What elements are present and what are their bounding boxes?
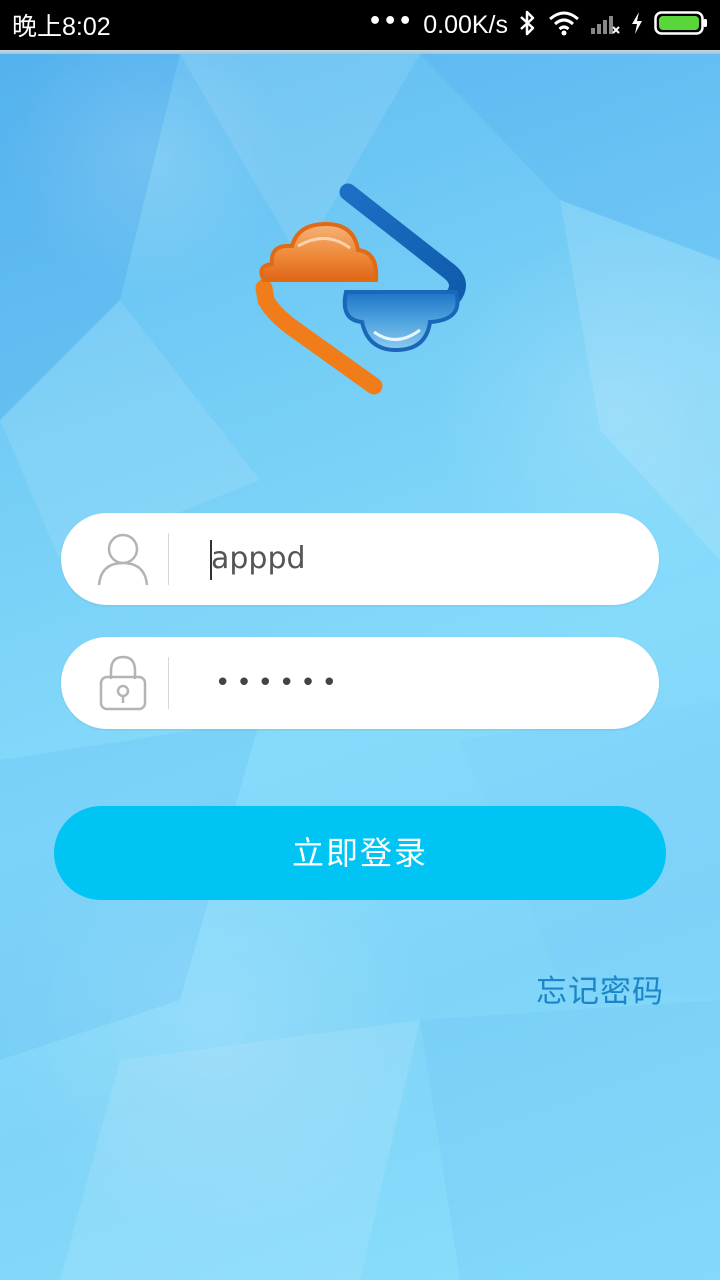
password-value: •••••• [215, 668, 344, 698]
status-time: 晚上8:02 [12, 13, 111, 41]
field-divider [168, 533, 169, 585]
cell-signal-icon [590, 11, 620, 39]
network-speed: 0.00K/s [423, 10, 508, 39]
forgot-password-link[interactable]: 忘记密码 [536, 966, 664, 1011]
battery-icon [654, 10, 708, 40]
login-screen: 晚上8:02 ••• 0.00K/s apppd •••••• 立即登录 忘记密… [0, 0, 720, 1280]
bluetooth-icon [518, 9, 538, 41]
status-bar: 晚上8:02 ••• 0.00K/s [0, 0, 720, 50]
app-logo [250, 180, 470, 400]
username-value: apppd [211, 541, 306, 576]
login-button[interactable]: 立即登录 [54, 806, 666, 900]
wifi-icon [548, 10, 580, 40]
field-divider [168, 657, 169, 709]
username-field[interactable]: apppd [61, 513, 659, 605]
lock-icon [97, 655, 153, 711]
password-field[interactable]: •••••• [61, 637, 659, 729]
status-bar-divider [0, 50, 720, 54]
charging-icon [630, 11, 644, 39]
user-icon [97, 531, 153, 587]
status-dots: ••• [368, 8, 414, 34]
